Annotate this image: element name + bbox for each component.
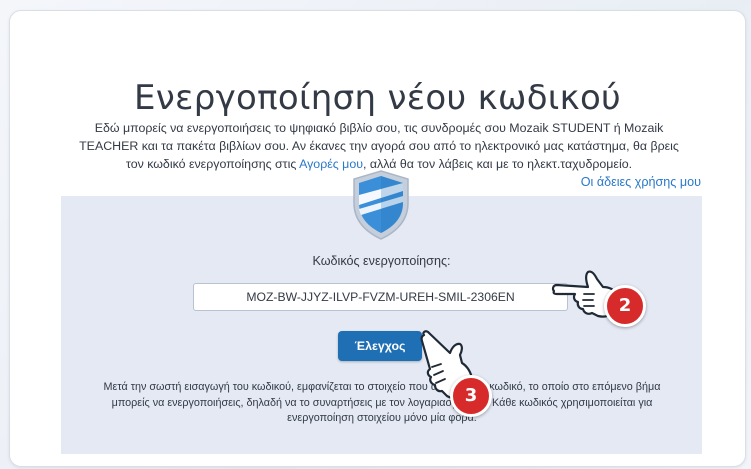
shield-icon xyxy=(353,170,409,240)
page-title: Ενεργοποίηση νέου κωδικού xyxy=(133,77,622,118)
activation-card: Ενεργοποίηση νέου κωδικού Εδώ μπορείς να… xyxy=(9,10,746,467)
step-3-badge: 3 xyxy=(450,375,492,417)
step-2-badge: 2 xyxy=(604,285,646,327)
help-text: Μετά την σωστή εισαγωγή του κωδικού, εμφ… xyxy=(103,381,661,424)
activation-code-input[interactable] xyxy=(193,283,568,311)
check-button[interactable]: Έλεγχος xyxy=(338,331,422,361)
my-licenses-link[interactable]: Οι άδειες χρήσης μου xyxy=(581,175,701,189)
page-description: Εδώ μπορείς να ενεργοποιήσεις το ψηφιακό… xyxy=(70,119,688,173)
